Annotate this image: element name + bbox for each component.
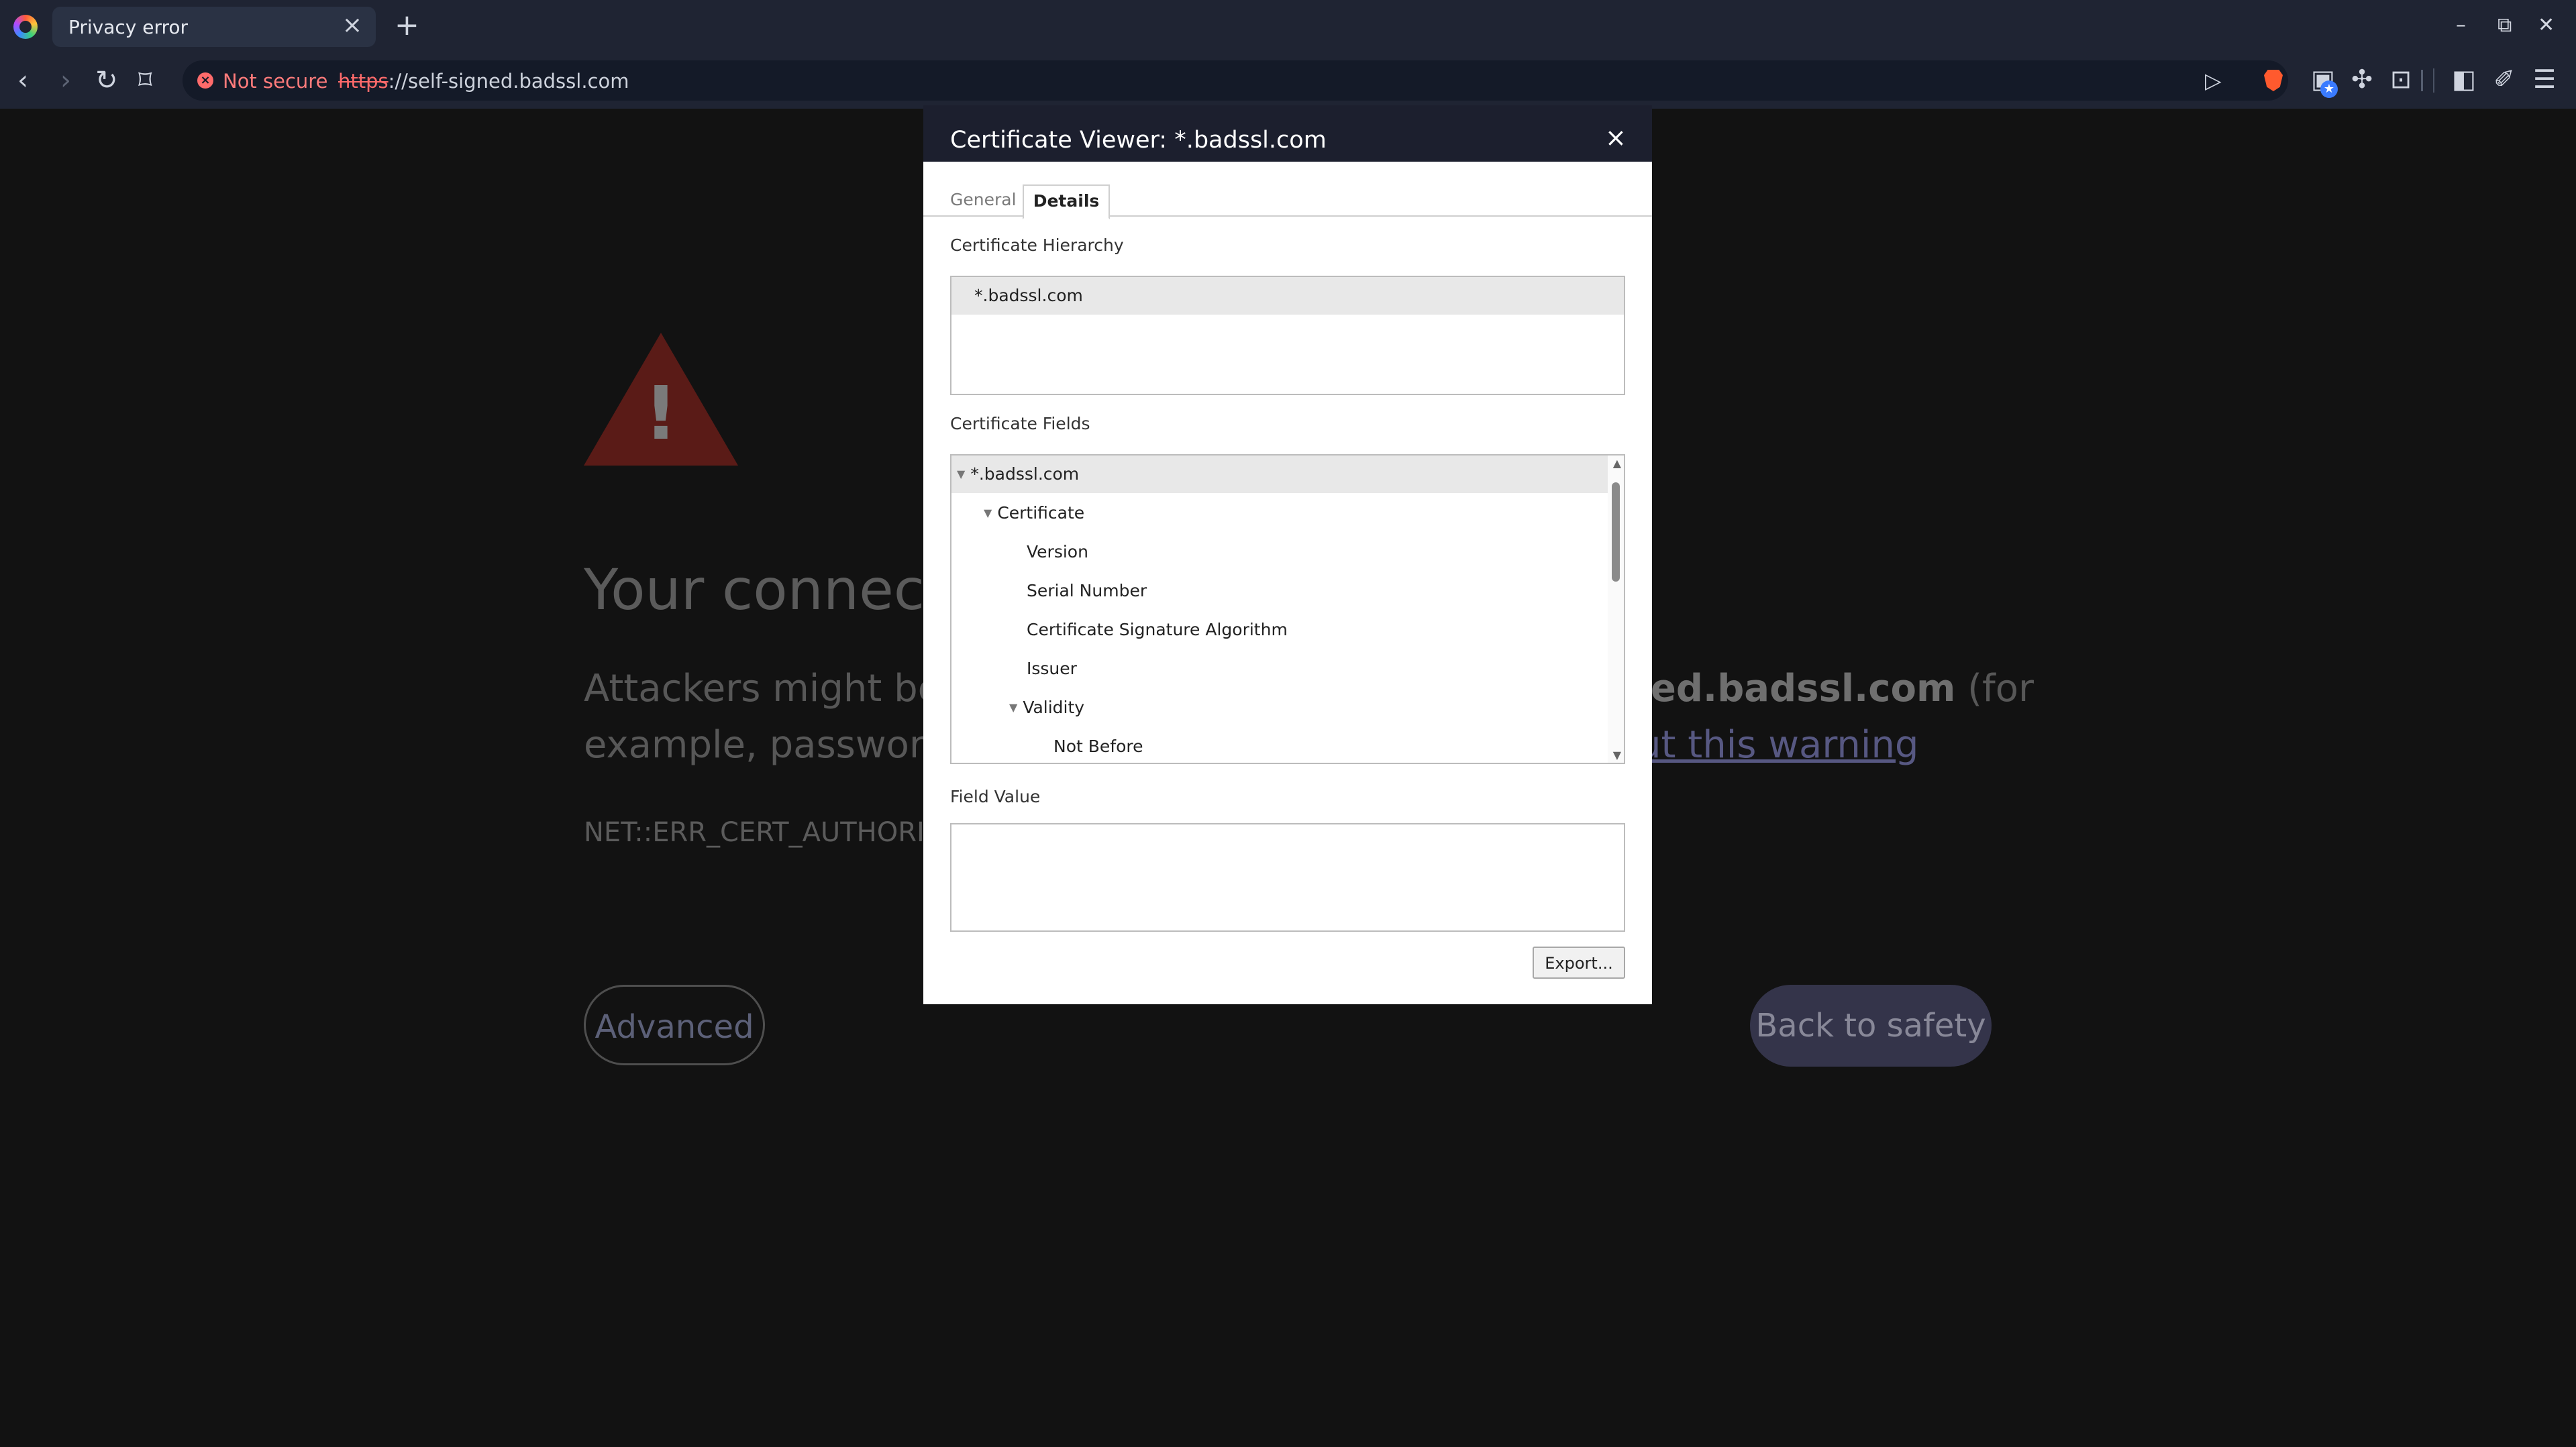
tree-item-issuer[interactable]: Issuer <box>1027 650 1077 688</box>
maximize-icon[interactable]: ⧉ <box>2497 12 2512 39</box>
tab-strip: Privacy error × + – ⧉ ✕ <box>0 0 2576 52</box>
field-value-textarea[interactable] <box>950 823 1625 932</box>
back-icon[interactable]: ‹ <box>17 64 28 97</box>
certificate-fields-tree[interactable]: ▼ *.badssl.com ▼ Certificate Version Seria… <box>950 454 1625 764</box>
certificate-viewer-dialog: Certificate Viewer: *.badssl.com × Gener… <box>923 105 1652 1004</box>
send-icon[interactable]: ▷ <box>2205 68 2222 93</box>
certificate-hierarchy-list[interactable]: *.badssl.com <box>950 276 1625 395</box>
error-code[interactable]: NET::ERR_CERT_AUTHORI <box>584 817 925 848</box>
sidebar-icon[interactable]: ◧ <box>2449 64 2479 94</box>
extensions-icon[interactable]: ✣ <box>2347 64 2377 94</box>
fields-label: Certificate Fields <box>950 414 1090 433</box>
toolbar-divider <box>2433 68 2434 93</box>
tree-item-not-before[interactable]: Not Before <box>1053 728 1143 763</box>
tab-general[interactable]: General <box>950 184 1017 217</box>
browser-toolbar: ‹ › ↻ ⌑ × Not secure https://self-signed… <box>0 52 2576 109</box>
not-secure-label[interactable]: Not secure <box>223 70 327 93</box>
url-scheme: https <box>338 70 389 93</box>
tree-item-version[interactable]: Version <box>1027 533 1088 571</box>
explanation-tail: (for <box>1955 667 2034 710</box>
page-heading: Your connect <box>584 557 947 623</box>
minimize-icon[interactable]: – <box>2456 12 2466 39</box>
url-host: ://self-signed.badssl.com <box>388 70 629 93</box>
advanced-button[interactable]: Advanced <box>584 985 765 1065</box>
back-to-safety-button[interactable]: Back to safety <box>1750 985 1992 1067</box>
tab-details[interactable]: Details <box>1023 184 1110 219</box>
hostname-bold: ned.badssl.com <box>1624 667 1956 710</box>
tab-privacy-error[interactable]: Privacy error × <box>52 7 376 47</box>
wallet-badge: ★ <box>2320 81 2338 98</box>
field-value-label: Field Value <box>950 787 1041 806</box>
fields-scrollbar[interactable]: ▲ ▼ <box>1608 455 1624 763</box>
exclamation-icon: ! <box>643 370 678 456</box>
scrollbar-thumb[interactable] <box>1612 482 1620 582</box>
leo-ai-icon[interactable]: ✐ <box>2489 64 2519 94</box>
browser-app-icon[interactable] <box>13 15 38 39</box>
export-button[interactable]: Export... <box>1533 947 1625 979</box>
not-secure-icon: × <box>197 72 213 89</box>
scroll-up-icon[interactable]: ▲ <box>1613 457 1621 470</box>
address-bar[interactable]: × Not secure https://self-signed.badssl.… <box>183 60 2423 101</box>
hierarchy-label: Certificate Hierarchy <box>950 235 1124 255</box>
url-text[interactable]: https://self-signed.badssl.com <box>338 70 629 93</box>
bookmark-icon[interactable]: ⌑ <box>138 64 152 97</box>
expand-triangle-icon[interactable]: ▼ <box>1009 689 1017 727</box>
tree-item-root[interactable]: ▼ *.badssl.com <box>951 455 1609 493</box>
window-close-icon[interactable]: ✕ <box>2538 12 2555 39</box>
expand-triangle-icon[interactable]: ▼ <box>957 455 965 493</box>
tree-item-serial-number[interactable]: Serial Number <box>1027 572 1147 610</box>
menu-icon[interactable]: ☰ <box>2530 64 2559 94</box>
omnibox-divider <box>2421 70 2423 91</box>
tab-title: Privacy error <box>68 16 189 38</box>
dialog-header: Certificate Viewer: *.badssl.com × <box>923 105 1652 162</box>
tree-item-certificate[interactable]: ▼ Certificate <box>951 494 1084 532</box>
tree-item-signature-algorithm[interactable]: Certificate Signature Algorithm <box>1027 611 1288 649</box>
dialog-title: Certificate Viewer: *.badssl.com <box>950 127 1327 154</box>
forward-icon[interactable]: › <box>60 64 71 97</box>
learn-more-link[interactable]: ut this warning <box>1637 717 1918 773</box>
tab-close-icon[interactable]: × <box>342 12 362 39</box>
screenshot-icon[interactable]: ⊡ <box>2386 64 2416 94</box>
new-tab-icon[interactable]: + <box>395 9 419 42</box>
brave-shield-icon[interactable] <box>2264 70 2283 91</box>
dialog-close-icon[interactable]: × <box>1605 124 1627 151</box>
explanation-line-1-right: ned.badssl.com (for <box>1624 661 2034 717</box>
reload-icon[interactable]: ↻ <box>95 64 118 97</box>
hierarchy-item[interactable]: *.badssl.com <box>951 277 1624 315</box>
scroll-down-icon[interactable]: ▼ <box>1613 749 1621 761</box>
expand-triangle-icon[interactable]: ▼ <box>984 494 992 532</box>
tree-item-validity[interactable]: ▼ Validity <box>951 689 1084 727</box>
